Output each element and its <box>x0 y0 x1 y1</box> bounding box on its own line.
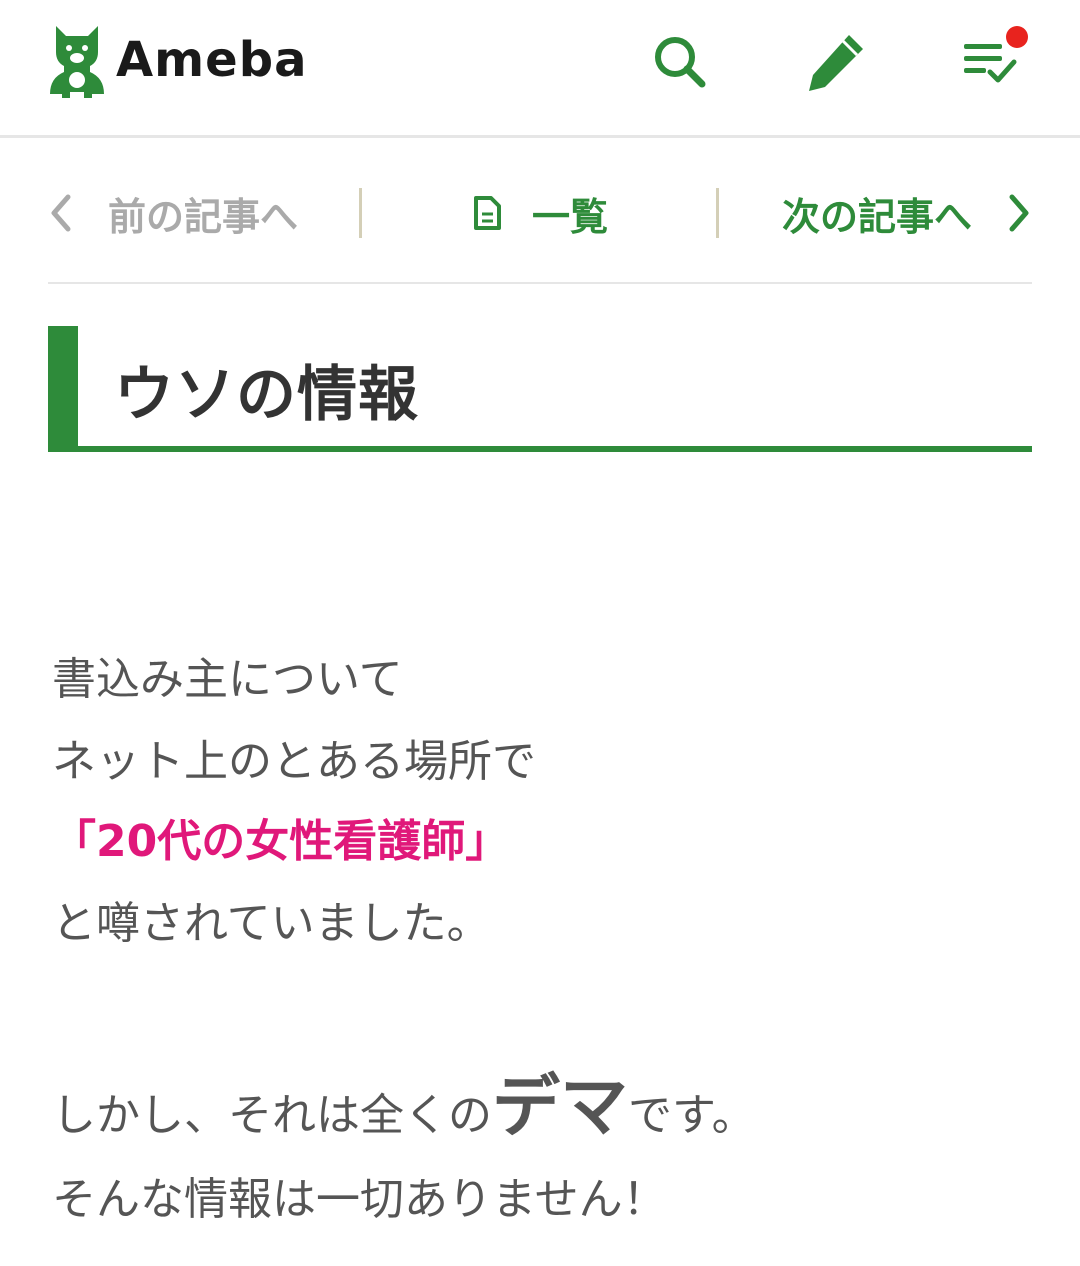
pencil-icon <box>809 35 863 91</box>
article-title: ウソの情報 <box>114 360 419 430</box>
document-icon <box>474 196 501 230</box>
ameba-logo[interactable]: Ameba <box>48 22 307 98</box>
nav-divider <box>359 188 362 238</box>
article-list-link[interactable]: 一覧 <box>472 186 608 240</box>
body-text: です。 <box>628 1090 756 1141</box>
body-line: そんな情報は一切ありません！ <box>52 1174 667 1225</box>
body-text: しかし、それは全くの <box>52 1090 492 1141</box>
feed-button[interactable] <box>958 26 1028 94</box>
notification-dot <box>1006 26 1028 48</box>
highlighted-line: 「20代の女性看護師」 <box>52 816 510 867</box>
prev-article-link[interactable]: 前の記事へ <box>48 186 298 240</box>
next-article-link[interactable]: 次の記事へ <box>782 186 1032 240</box>
body-line: ネット上のとある場所で <box>52 736 536 787</box>
search-icon <box>655 37 706 88</box>
next-article-label: 次の記事へ <box>781 194 972 239</box>
emphasized-text: デマ <box>492 1068 629 1147</box>
body-line: 書込み主について <box>52 654 403 705</box>
article-list-label: 一覧 <box>532 194 609 239</box>
body-line: しかし、それは全くのデマです。 <box>52 1068 756 1148</box>
write-button[interactable] <box>804 30 868 94</box>
app-header: Ameba <box>0 0 1080 138</box>
chevron-left-icon <box>51 194 71 232</box>
nav-divider <box>716 188 719 238</box>
body-line: と噂されていました。 <box>52 898 491 949</box>
chevron-right-icon <box>1009 194 1029 232</box>
search-button[interactable] <box>648 30 712 94</box>
prev-article-label: 前の記事へ <box>108 194 299 239</box>
article-navigation: 前の記事へ 一覧 次の記事へ <box>48 160 1032 284</box>
article-title-block: ウソの情報 <box>48 326 1032 452</box>
logo-text: Ameba <box>116 32 308 88</box>
ameba-dog-icon <box>50 26 104 98</box>
